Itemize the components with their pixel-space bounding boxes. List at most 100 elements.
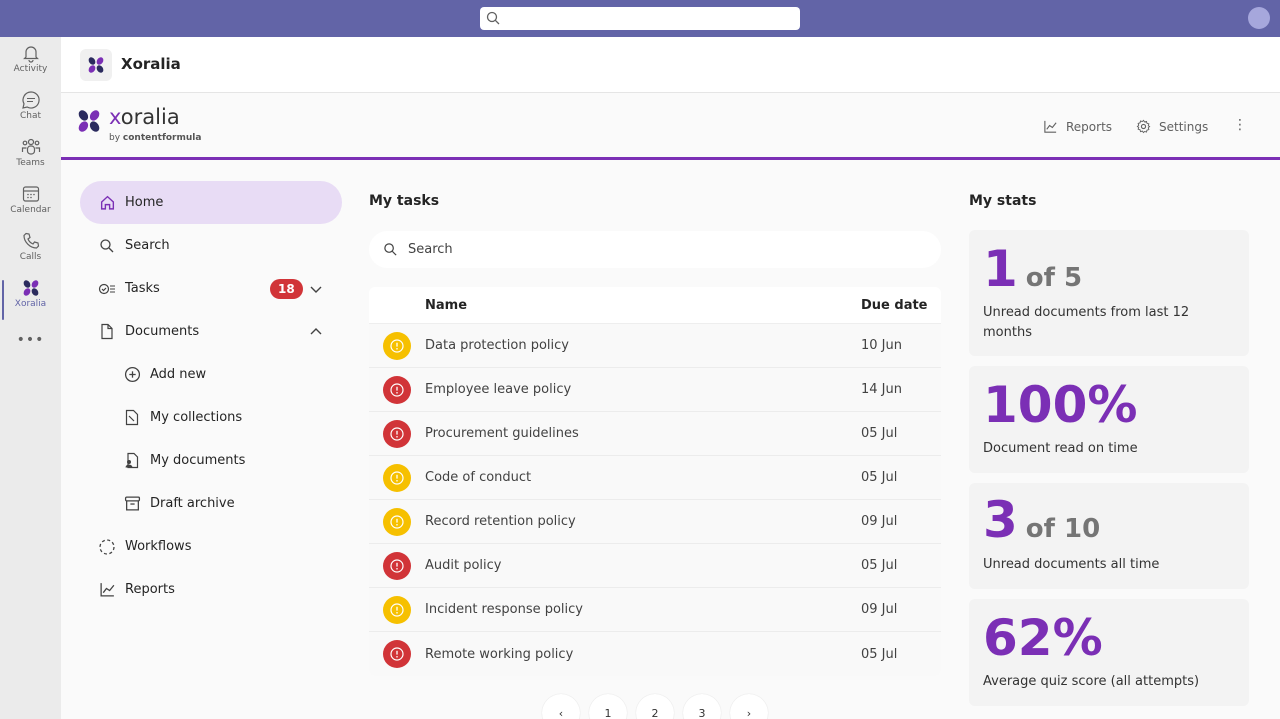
teams-top-bar <box>0 0 1280 37</box>
brand-sub-company: contentformula <box>122 133 202 143</box>
nav-label: My collections <box>150 410 243 425</box>
rail-item-chat[interactable]: Chat <box>0 90 61 134</box>
table-row[interactable]: Employee leave policy 14 Jun <box>369 368 941 412</box>
nav-item-search[interactable]: Search <box>80 224 342 267</box>
task-name[interactable]: Employee leave policy <box>425 382 861 397</box>
task-search-input[interactable]: Search <box>369 231 941 268</box>
add-circle-icon <box>123 366 141 384</box>
rail-label: Calls <box>19 252 42 262</box>
chat-icon <box>21 91 40 109</box>
task-search-placeholder: Search <box>408 242 453 257</box>
stat-big-number: 1 <box>983 240 1018 298</box>
nav-item-my-collections[interactable]: My collections <box>80 396 342 439</box>
task-name[interactable]: Remote working policy <box>425 647 861 662</box>
page-button-1[interactable]: 1 <box>589 694 627 719</box>
rail-item-activity[interactable]: Activity <box>0 43 61 87</box>
nav-label: Home <box>125 195 164 210</box>
workflow-icon <box>98 538 116 556</box>
teams-icon <box>21 138 40 155</box>
brand-name-prefix: x <box>109 105 121 129</box>
page-button-2[interactable]: 2 <box>636 694 674 719</box>
stat-description: Average quiz score (all attempts) <box>983 674 1200 689</box>
table-row[interactable]: Audit policy 05 Jul <box>369 544 941 588</box>
chevron-down-icon[interactable] <box>308 281 324 297</box>
rail-item-xoralia[interactable]: Xoralia <box>0 278 61 322</box>
task-name[interactable]: Record retention policy <box>425 514 861 529</box>
stat-card: 62% Average quiz score (all attempts) <box>969 599 1249 706</box>
nav-label: Add new <box>150 367 207 382</box>
pagination: ‹ 1 2 3 › <box>542 694 768 719</box>
stat-value: 100% <box>983 380 1137 430</box>
nav-label: Search <box>125 238 170 253</box>
stats-panel: My stats 1 of 5 Unread documents from las… <box>956 93 1266 719</box>
page-button-3[interactable]: 3 <box>683 694 721 719</box>
nav-item-tasks[interactable]: Tasks 18 <box>80 267 342 310</box>
chevron-up-icon[interactable] <box>308 324 324 340</box>
column-header-due-date[interactable]: Due date <box>861 298 941 313</box>
stat-description: Unread documents from last 12 months <box>983 305 1190 340</box>
table-row[interactable]: Data protection policy 10 Jun <box>369 324 941 368</box>
table-row[interactable]: Code of conduct 05 Jul <box>369 456 941 500</box>
stat-of-total: of 5 <box>1025 263 1083 293</box>
task-name[interactable]: Incident response policy <box>425 602 861 617</box>
search-icon <box>98 237 116 255</box>
nav-item-my-documents[interactable]: My documents <box>80 439 342 482</box>
table-row[interactable]: Record retention policy 09 Jul <box>369 500 941 544</box>
nav-item-reports[interactable]: Reports <box>80 568 342 611</box>
tasks-count-badge: 18 <box>270 279 303 299</box>
stat-value: 3 of 10 <box>983 495 1100 545</box>
nav-label: Documents <box>125 324 200 339</box>
phone-icon <box>22 232 39 249</box>
chart-line-icon <box>98 581 116 599</box>
more-apps-button[interactable]: ••• <box>0 332 61 348</box>
error-status-icon <box>383 419 411 448</box>
nav-item-workflows[interactable]: Workflows <box>80 525 342 568</box>
rail-label: Teams <box>16 158 45 168</box>
error-status-icon <box>383 551 411 580</box>
table-row[interactable]: Remote working policy 05 Jul <box>369 632 941 676</box>
task-due-date: 09 Jul <box>861 514 898 529</box>
nav-item-draft-archive[interactable]: Draft archive <box>80 482 342 525</box>
search-icon <box>486 11 500 25</box>
stat-card: 1 of 5 Unread documents from last 12 mont… <box>969 230 1249 356</box>
document-person-icon <box>123 452 141 470</box>
main-content: xoralia by contentformula Reports Settin… <box>61 93 1280 719</box>
error-status-icon <box>383 375 411 404</box>
table-row[interactable]: Incident response policy 09 Jul <box>369 588 941 632</box>
column-header-name[interactable]: Name <box>425 298 861 313</box>
global-search-input[interactable] <box>480 7 800 30</box>
rail-item-calendar[interactable]: Calendar <box>0 184 61 228</box>
task-name[interactable]: Procurement guidelines <box>425 426 861 441</box>
rail-label: Calendar <box>10 205 51 215</box>
side-nav: Home Search Tasks 18 Documents Add new M… <box>80 181 342 611</box>
table-row[interactable]: Procurement guidelines 05 Jul <box>369 412 941 456</box>
warning-status-icon <box>383 595 411 624</box>
task-due-date: 09 Jul <box>861 602 898 617</box>
user-avatar[interactable] <box>1248 7 1270 29</box>
warning-status-icon <box>383 507 411 536</box>
nav-label: Workflows <box>125 539 192 554</box>
nav-label: My documents <box>150 453 246 468</box>
next-page-button[interactable]: › <box>730 694 768 719</box>
nav-label: Reports <box>125 582 175 597</box>
nav-item-documents[interactable]: Documents <box>80 310 342 353</box>
xoralia-logo-icon <box>23 280 38 296</box>
my-stats-title: My stats <box>969 193 1037 209</box>
rail-item-teams[interactable]: Teams <box>0 137 61 181</box>
stat-value: 1 of 5 <box>983 244 1082 294</box>
stat-value: 62% <box>983 613 1103 663</box>
task-due-date: 10 Jun <box>861 338 902 353</box>
task-name[interactable]: Data protection policy <box>425 338 861 353</box>
prev-page-button[interactable]: ‹ <box>542 694 580 719</box>
task-name[interactable]: Audit policy <box>425 558 861 573</box>
nav-item-home[interactable]: Home <box>80 181 342 224</box>
brand-name-rest: oralia <box>120 105 180 129</box>
rail-item-calls[interactable]: Calls <box>0 231 61 275</box>
rail-label: Activity <box>13 64 48 74</box>
task-name[interactable]: Code of conduct <box>425 470 861 485</box>
brand-subtitle: by contentformula <box>109 133 201 143</box>
warning-status-icon <box>383 331 411 360</box>
nav-item-add-new[interactable]: Add new <box>80 353 342 396</box>
stat-description: Unread documents all time <box>983 557 1160 572</box>
task-due-date: 05 Jul <box>861 646 898 662</box>
